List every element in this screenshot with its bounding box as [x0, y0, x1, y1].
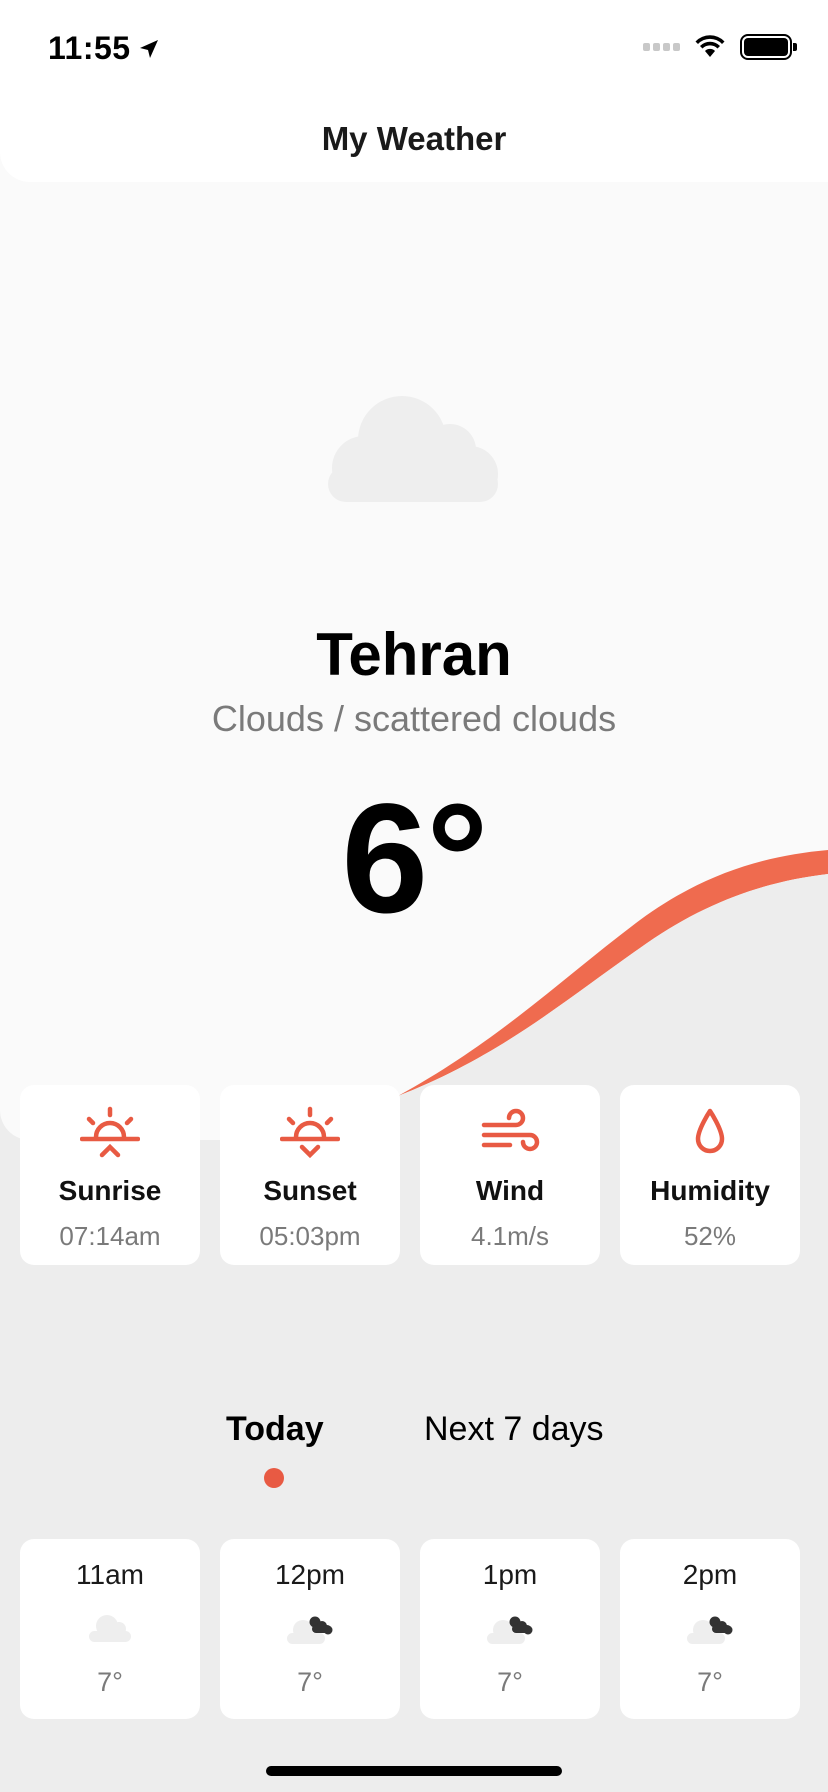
navigation-bar: My Weather [0, 96, 828, 182]
hourly-card[interactable]: 2pm 7° [620, 1539, 800, 1719]
wifi-icon [695, 35, 725, 57]
droplet-icon [695, 1108, 725, 1154]
cloud-icon [89, 1615, 131, 1642]
hourly-card[interactable]: 11am 7° [20, 1539, 200, 1719]
hourly-card[interactable]: 12pm 7° [220, 1539, 400, 1719]
wind-value: 4.1m/s [470, 1221, 550, 1251]
current-temperature: 6° [341, 772, 488, 946]
hour-temp: 7° [297, 1667, 323, 1697]
hour-time: 12pm [274, 1559, 346, 1590]
city-name: Tehran [316, 621, 512, 688]
status-indicators [643, 34, 797, 60]
tab-next-7-days[interactable]: Next 7 days [424, 1410, 604, 1449]
sunrise-value: 07:14am [59, 1221, 161, 1251]
hour-temp: 7° [97, 1667, 123, 1697]
hour-time: 1pm [482, 1559, 538, 1590]
wind-icon [481, 1108, 540, 1152]
cloud-scattered-icon [687, 1616, 733, 1644]
wind-label: Wind [475, 1175, 545, 1206]
hour-temp: 7° [697, 1667, 723, 1697]
sunrise-card: Sunrise 07:14am [20, 1085, 200, 1265]
sunset-icon [280, 1106, 340, 1159]
humidity-card: Humidity 52% [620, 1085, 800, 1265]
tab-today[interactable]: Today [226, 1410, 324, 1449]
hour-temp: 7° [497, 1667, 523, 1697]
status-time-label: 11:55 [48, 30, 131, 66]
cloud-icon [328, 396, 498, 502]
sunset-value: 05:03pm [259, 1221, 361, 1251]
hour-time: 2pm [682, 1559, 738, 1590]
status-bar: 11:55 [0, 0, 828, 96]
sunset-label: Sunset [263, 1175, 357, 1206]
home-indicator[interactable] [266, 1766, 562, 1776]
weather-description: Clouds / scattered clouds [211, 698, 617, 739]
wind-card: Wind 4.1m/s [420, 1085, 600, 1265]
cloud-scattered-icon [287, 1616, 333, 1644]
hour-time: 11am [76, 1559, 144, 1590]
cloud-scattered-icon [487, 1616, 533, 1644]
hourly-card[interactable]: 1pm 7° [420, 1539, 600, 1719]
humidity-value: 52% [683, 1221, 737, 1251]
page-title: My Weather [321, 120, 507, 157]
status-time: 11:55 [48, 30, 161, 67]
sunset-card: Sunset 05:03pm [220, 1085, 400, 1265]
cellular-signal-icon [643, 43, 680, 51]
sunrise-label: Sunrise [58, 1175, 162, 1206]
sunrise-icon [80, 1106, 140, 1158]
forecast-tabs: Today Next 7 days [0, 1410, 828, 1490]
humidity-label: Humidity [650, 1175, 770, 1206]
location-arrow-icon [139, 39, 158, 58]
battery-icon [740, 34, 797, 60]
active-tab-indicator [264, 1468, 284, 1488]
